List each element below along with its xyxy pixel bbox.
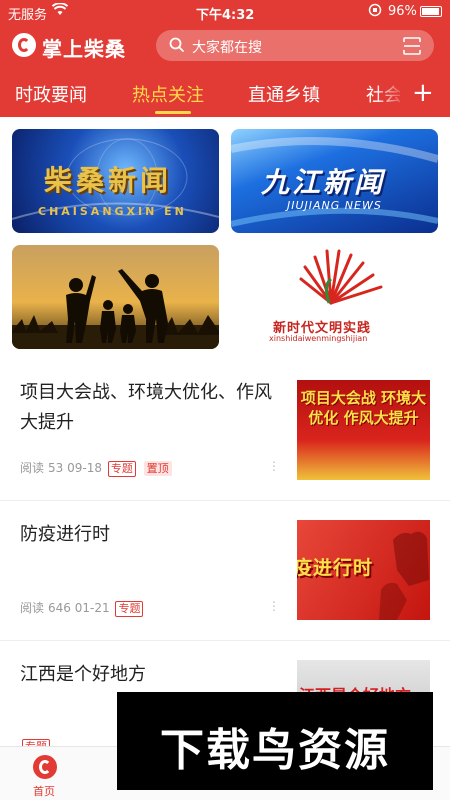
tab-politics[interactable]: 时政要闻 [15,81,87,107]
banner-chaisang-news[interactable]: 柴桑新闻 CHAISANGXIN EN [12,129,219,233]
app-logo-icon [12,33,36,57]
active-tab-indicator [155,111,191,114]
news-title: 项目大会战、环境大优化、作风大提升 [20,382,272,433]
search-icon [168,36,186,58]
thumbnail-text: 项目大会战 环境大优化 作风大提升 [300,389,427,427]
tab-towns[interactable]: 直通乡镇 [248,81,320,107]
news-thumbnail: 项目大会战 环境大优化 作风大提升 [297,380,430,480]
news-meta: 阅读 646 01-21 专题 [20,599,144,617]
channel-tabs: 时政要闻 热点关注 直通乡镇 社会 + [0,76,450,116]
nav-home[interactable]: 首页 [33,783,55,799]
topic-tag: 专题 [107,461,136,477]
banner-subtitle: xinshidaiwenmingshijian [269,334,368,343]
news-title: 防疫进行时 [20,524,110,545]
battery-percent: 96% [388,4,417,19]
topic-tag: 专题 [115,601,144,617]
list-divider [0,640,450,641]
add-channel-icon[interactable]: + [412,78,434,108]
news-thumbnail: 疫进行时 [297,520,430,620]
news-date: 01-21 [74,601,110,615]
read-label: 阅读 [20,461,45,475]
read-label: 阅读 [20,601,45,615]
banner-family-silhouette[interactable] [12,245,219,349]
banner-subtitle: JIUJIANG NEWS [287,199,382,212]
watermark-text: 下载鸟资源 [160,725,390,776]
news-date: 09-18 [67,461,102,475]
family-silhouette-image [12,269,219,349]
news-item[interactable]: 防疫进行时 阅读 646 01-21 专题 ⋮ 疫进行时 [0,510,450,640]
watermark-overlay: 下载鸟资源 [117,692,433,790]
banner-title: 柴桑新闻 [44,164,173,197]
banner-jiujiang-news[interactable]: 九江新闻 JIUJIANG NEWS [231,129,438,233]
status-time: 下午4:32 [196,8,255,23]
news-meta: 阅读 53 09-18 专题 置顶 [20,459,172,477]
more-options-icon[interactable]: ⋮ [268,459,280,473]
app-header: 无服务 下午4:32 96% 掌上柴桑 大家都在搜 时政要闻 热点关注 直通乡镇… [0,0,450,117]
pinned-badge: 置顶 [143,461,172,476]
orientation-lock-icon [368,3,382,21]
search-placeholder: 大家都在搜 [192,40,262,56]
list-divider [0,500,450,501]
tab-hot[interactable]: 热点关注 [132,81,204,107]
banner-civilization-practice[interactable]: 新时代文明实践 xinshidaiwenmingshijian [231,245,438,349]
banner-title: 九江新闻 [261,166,386,199]
thumbnail-text: 疫进行时 [297,557,374,579]
app-name: 掌上柴桑 [42,37,126,61]
news-item[interactable]: 项目大会战、环境大优化、作风大提升 阅读 53 09-18 专题 置顶 ⋮ 项目大… [0,370,450,500]
read-count: 53 [48,461,64,475]
more-options-icon[interactable]: ⋮ [268,599,280,613]
status-bar: 无服务 下午4:32 96% [0,0,450,24]
banner-subtitle: CHAISANGXIN EN [38,205,187,218]
wifi-icon [51,2,69,21]
search-bar[interactable]: 大家都在搜 [156,30,434,61]
read-count: 646 [48,601,71,615]
home-icon[interactable] [33,755,57,779]
battery-icon [420,6,442,17]
news-title: 江西是个好地方 [20,664,146,685]
scan-icon[interactable] [402,36,422,60]
tab-fade [376,76,406,116]
carrier-label: 无服务 [8,8,48,23]
